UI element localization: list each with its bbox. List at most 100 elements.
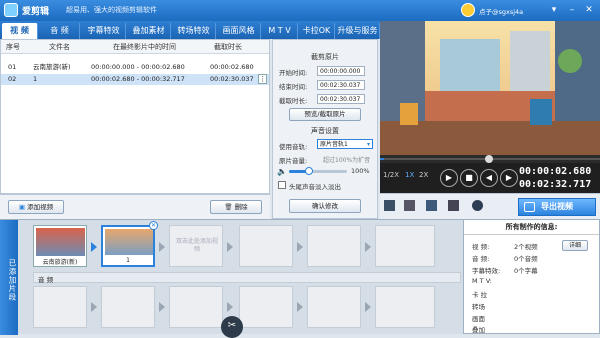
info-label: 视 频: [472,243,490,251]
playback-progress-bar[interactable] [380,155,600,163]
tab-picture-style[interactable]: 画面风格 [217,23,261,39]
speed-half[interactable]: 1/2X [383,171,399,179]
detail-button[interactable]: 详细 [562,240,588,251]
row-duration: 00:00:02.680 [210,63,254,71]
tab-karaoke[interactable]: 卡拉OK [299,23,335,39]
audio-track-select[interactable]: 原片音轨1 ▾ [317,139,373,149]
preview-cut-button[interactable]: 预览/截取原片 [289,108,361,121]
speed-normal[interactable]: 1X [405,171,414,179]
tab-audio[interactable]: 音 频 [40,23,80,39]
arrow-icon [297,242,303,252]
empty-slot[interactable] [101,286,155,328]
tab-upgrade[interactable]: 升级与服务 [336,23,380,39]
tab-mtv[interactable]: M T V [262,23,298,39]
start-time-field[interactable]: 00:00:00.000 [317,66,365,76]
trash-icon: 🗑 [224,203,233,211]
chevron-down-icon: ▾ [366,141,370,148]
arrow-icon [91,302,97,312]
table-row[interactable]: 02 1 00:00:02.680 - 00:00:32.717 00:02:3… [1,74,269,85]
speaker-icon[interactable]: 🔈 [277,167,287,176]
stop-icon[interactable]: ■ [460,169,478,187]
empty-slot[interactable] [33,286,87,328]
arrow-icon [91,242,97,252]
next-frame-icon[interactable]: ▶ [500,169,518,187]
folder-icon[interactable] [404,200,415,211]
share-icon[interactable] [472,200,483,211]
current-time: 00:00:02.680 [519,166,592,177]
tab-transition[interactable]: 转场特效 [172,23,216,39]
minimize-icon[interactable]: – [566,4,578,16]
empty-slot[interactable] [169,286,223,328]
arrow-icon [159,242,165,252]
export-video-button[interactable]: 导出视频 [518,198,596,216]
save-icon[interactable] [426,200,437,211]
empty-slot[interactable] [307,286,361,328]
add-clip-placeholder[interactable]: 双击此处添加视频 [169,225,223,267]
timeline-clip-selected[interactable]: 1 ✕ [101,221,158,267]
project-info-panel: 所有制作的信息: 视 频: 2个视频 详细 音 频: 0个音频 字幕特效: 0个… [463,219,600,334]
empty-slot[interactable] [239,286,293,328]
info-value: 0个字幕 [514,267,538,275]
row-time: 00:00:00.000 - 00:00:02.680 [91,63,185,71]
info-title: 所有制作的信息: [464,222,599,235]
progress-handle[interactable] [485,155,493,163]
timeline-clip[interactable]: 云南旅游(新) [33,225,87,267]
tab-video[interactable]: 视 频 [2,23,38,39]
row-menu-button[interactable]: ⋮ [258,74,267,84]
main-tabs: 视 频 音 频 字幕特效 叠加素材 转场特效 画面风格 M T V 卡拉OK 升… [0,21,380,39]
remove-clip-icon[interactable]: ✕ [149,221,158,230]
info-row-style: 画面 [472,315,485,323]
skin-icon[interactable]: ▾ [548,4,560,16]
empty-slot[interactable] [239,225,293,267]
info-row-audio: 音 频: 0个音频 [472,253,538,263]
speed-double[interactable]: 2X [419,171,428,179]
duration-field[interactable]: 00:02:30.037 [317,94,365,104]
add-video-label: 添加视频 [27,203,54,211]
confirm-button[interactable]: 确认修改 [289,199,361,213]
audio-track-label: 使用音轨: [279,143,308,151]
user-avatar[interactable] [461,3,475,17]
tab-overlay[interactable]: 叠加素材 [127,23,171,39]
app-logo-icon [4,3,18,17]
volume-slider[interactable] [289,167,347,175]
username[interactable]: 点子@sgxsj4a [479,6,523,16]
scissors-icon[interactable]: ✂ [221,316,243,338]
audio-track-value: 原片音轨1 [320,141,348,148]
info-row-overlay: 叠加 [472,326,485,334]
player-controls: 1/2X 1X 2X ▶ ■ ◀ ▶ 00:00:02.680 00:02:32… [380,163,600,193]
fade-checkbox[interactable] [278,181,286,189]
delete-button[interactable]: 🗑 删除 [210,200,262,214]
table-row[interactable]: 01 云南旅游(新) 00:00:00.000 - 00:00:02.680 0… [1,62,269,73]
empty-slot[interactable] [375,225,435,267]
column-time: 在最终影片中的时间 [113,43,176,51]
info-label: 字幕特效: [472,267,501,275]
info-value: 0个音频 [514,255,538,263]
empty-slot[interactable] [375,286,435,328]
clip-thumbnail [36,228,85,256]
title-bar: 爱剪辑 超易用、强大的视频剪辑软件 点子@sgxsj4a ▾ – ✕ [0,0,600,21]
volume-slider-handle[interactable] [305,167,314,175]
tab-subtitle-effects[interactable]: 字幕特效 [82,23,126,39]
progress-fill [380,158,385,160]
fullscreen-icon[interactable] [384,200,395,211]
previous-frame-icon[interactable]: ◀ [480,169,498,187]
end-time-field[interactable]: 00:02:30.037 [317,80,365,90]
row-filename: 云南旅游(新) [33,63,71,71]
play-icon[interactable]: ▶ [440,169,458,187]
row-index: 02 [8,75,17,83]
clip-thumbnail [105,229,153,255]
volume-hint: 超过100%为扩音 [323,157,371,164]
added-clips-label: 已添加片段 [0,220,18,335]
save-as-icon[interactable] [448,200,459,211]
delete-label: 删除 [234,203,248,211]
clip-list: 序号 文件名 在最终影片中的时间 截取时长 01 云南旅游(新) 00:00:0… [0,39,270,194]
add-video-button[interactable]: ▣ 添加视频 [8,200,64,214]
clip-actions-bar: ▣ 添加视频 🗑 删除 [0,194,270,219]
close-icon[interactable]: ✕ [583,4,595,16]
audio-track[interactable]: 音 频 [33,272,461,284]
app-slogan: 超易用、强大的视频剪辑软件 [66,6,157,14]
empty-slot[interactable] [307,225,361,267]
placeholder-text: 双击此处添加视频 [176,238,219,253]
column-filename: 文件名 [49,43,70,51]
export-video-label: 导出视频 [541,202,573,211]
